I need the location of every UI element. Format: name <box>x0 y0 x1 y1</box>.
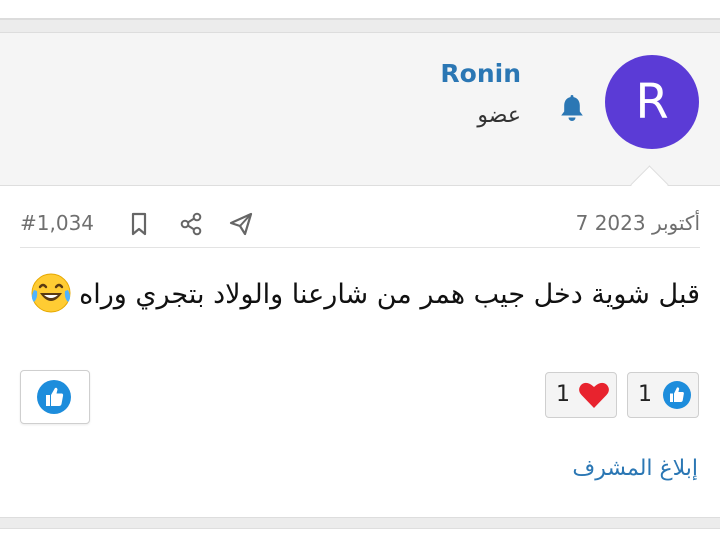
forum-post: R Ronin عضو 7 أكتوبر 2023 #1,034 قبل شوي… <box>0 32 720 518</box>
laughing-tears-emoji <box>31 273 71 313</box>
report-to-moderator-link[interactable]: إبلاغ المشرف <box>572 456 698 481</box>
post-date[interactable]: 7 أكتوبر 2023 <box>576 211 700 235</box>
reaction-like-count: 1 <box>638 382 652 407</box>
like-icon <box>663 381 691 409</box>
next-post-edge <box>0 528 720 543</box>
post-meta-row: 7 أكتوبر 2023 #1,034 <box>20 201 700 248</box>
reaction-love-count: 1 <box>556 382 570 407</box>
user-role: عضو <box>477 103 521 128</box>
post-number-link[interactable]: #1,034 <box>20 211 94 235</box>
post-user-header: R Ronin عضو <box>0 33 720 186</box>
reaction-love[interactable]: 1 <box>545 372 617 418</box>
bookmark-icon[interactable] <box>126 211 152 237</box>
username-link[interactable]: Ronin <box>440 59 521 88</box>
share-icon[interactable] <box>178 211 204 237</box>
avatar[interactable]: R <box>605 55 699 149</box>
share-telegram-icon[interactable] <box>228 211 254 237</box>
post-body: قبل شوية دخل جيب همر من شارعنا والولاد ب… <box>20 271 700 317</box>
bell-icon[interactable] <box>559 95 585 123</box>
previous-post-edge <box>0 0 720 20</box>
reaction-like[interactable]: 1 <box>627 372 699 418</box>
like-button[interactable] <box>20 370 90 424</box>
post-text: قبل شوية دخل جيب همر من شارعنا والولاد ب… <box>79 279 700 310</box>
like-icon <box>37 380 71 414</box>
heart-icon <box>579 382 609 408</box>
